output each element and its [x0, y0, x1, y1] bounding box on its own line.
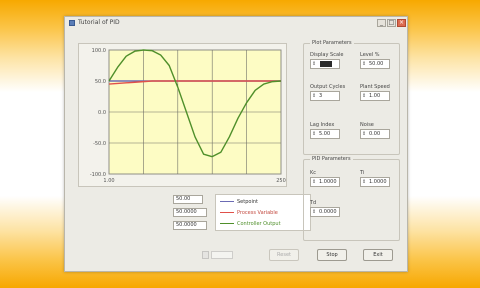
kc-label: Kc: [310, 170, 317, 176]
x-tick-label: 250: [276, 178, 286, 184]
maximize-icon: □: [388, 19, 395, 26]
response-plot: 100.0 50.0 0.0 -50.0 -100.0 1.00 250: [78, 43, 287, 187]
output-cycles-field[interactable]: ⇕ 3: [310, 91, 340, 101]
close-icon: ×: [398, 19, 405, 26]
level-label: Level %: [360, 52, 380, 58]
exit-button[interactable]: Exit: [363, 249, 393, 261]
response-chart-svg: 100.050.00.0-50.0-100.01.00 250: [90, 48, 286, 184]
output-cycles-label: Output Cycles: [310, 84, 346, 90]
pv-value-box: 50.0000: [173, 208, 207, 217]
spin-arrows-icon[interactable]: ⇕: [312, 209, 317, 215]
minimize-icon: _: [380, 19, 383, 26]
spin-arrows-icon[interactable]: ⇕: [312, 131, 317, 137]
reset-button[interactable]: Reset: [269, 249, 299, 261]
speed-slider[interactable]: [200, 249, 236, 261]
co-value: 50.0000: [176, 222, 197, 228]
title-bar: Tutorial of PID _ □ ×: [65, 17, 407, 29]
legend-label: Setpoint: [237, 199, 258, 205]
slider-track[interactable]: [211, 251, 233, 259]
plant-speed-label: Plant Speed: [360, 84, 390, 90]
y-tick-label: 50.0: [95, 79, 106, 85]
spin-arrows-icon[interactable]: ⇕: [362, 61, 367, 67]
display-scale-field[interactable]: ⇕: [310, 59, 340, 69]
x-tick-label: 1.00: [103, 178, 114, 184]
level-field[interactable]: ⇕ 50.00: [360, 59, 390, 69]
legend-item-controller-output: Controller Output: [220, 220, 281, 228]
noise-field[interactable]: ⇕ 0.00: [360, 129, 390, 139]
ti-label: Ti: [360, 170, 365, 176]
close-button[interactable]: ×: [397, 19, 406, 27]
setpoint-swatch: [220, 201, 234, 202]
legend-label: Controller Output: [237, 221, 281, 227]
minimize-button[interactable]: _: [377, 19, 386, 27]
pid-parameters-title: PID Parameters: [310, 156, 353, 163]
legend-label: Process Variable: [237, 210, 278, 216]
legend: Setpoint Process Variable Controller Out…: [215, 194, 311, 231]
maximize-button[interactable]: □: [387, 19, 396, 27]
kc-field[interactable]: ⇕ 1.0000: [310, 177, 340, 187]
spin-arrows-icon[interactable]: ⇕: [362, 131, 367, 137]
spin-arrows-icon[interactable]: ⇕: [312, 61, 317, 67]
pv-value: 50.0000: [176, 209, 197, 215]
pv-swatch: [220, 212, 234, 213]
y-tick-label: 100.0: [92, 48, 106, 54]
y-tick-label: -50.0: [93, 141, 106, 147]
ti-field[interactable]: ⇕ 1.0000: [360, 177, 390, 187]
stop-button[interactable]: Stop: [317, 249, 347, 261]
legend-item-setpoint: Setpoint: [220, 198, 258, 206]
spin-arrows-icon[interactable]: ⇕: [312, 93, 317, 99]
spin-arrows-icon[interactable]: ⇕: [362, 93, 367, 99]
y-tick-label: 0.0: [98, 110, 106, 116]
window-title: Tutorial of PID: [78, 19, 120, 26]
legend-item-process-variable: Process Variable: [220, 209, 278, 217]
td-field[interactable]: ⇕ 0.0000: [310, 207, 340, 217]
slider-knob[interactable]: [202, 251, 209, 259]
display-scale-label: Display Scale: [310, 52, 344, 58]
lag-index-field[interactable]: ⇕ 5.00: [310, 129, 340, 139]
noise-label: Noise: [360, 122, 374, 128]
pid-parameters-group: PID Parameters Kc ⇕ 1.0000 Ti ⇕ 1.0000 Td …: [303, 156, 400, 241]
pid-tutorial-window: Tutorial of PID _ □ × 100.0 50.0 0.0 -50.0-…: [64, 16, 408, 272]
app-icon: [69, 20, 75, 26]
td-label: Td: [310, 200, 317, 206]
co-value-box: 50.0000: [173, 221, 207, 230]
plot-parameters-title: Plot Parameters: [310, 40, 354, 47]
plot-parameters-group: Plot Parameters Display Scale ⇕ Level % …: [303, 40, 400, 155]
lag-index-label: Lag Index: [310, 122, 335, 128]
plant-speed-field[interactable]: ⇕ 1.00: [360, 91, 390, 101]
setpoint-value: 50.00: [176, 196, 191, 202]
co-swatch: [220, 223, 234, 224]
spin-arrows-icon[interactable]: ⇕: [362, 179, 367, 185]
spin-arrows-icon[interactable]: ⇕: [312, 179, 317, 185]
setpoint-value-box: 50.00: [173, 195, 203, 204]
